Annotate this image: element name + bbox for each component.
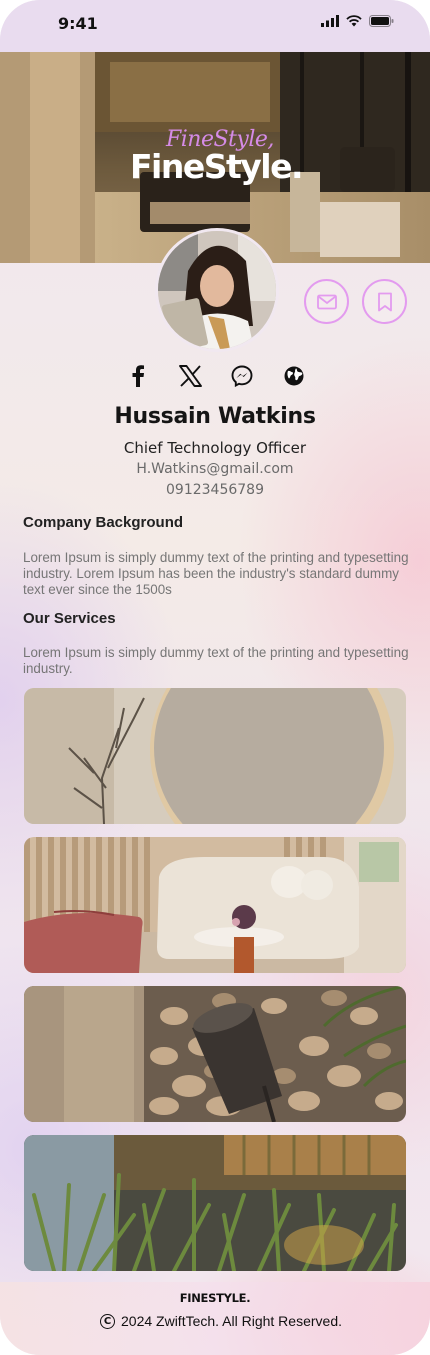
messenger-link[interactable] xyxy=(228,362,256,390)
profile-role: Chief Technology Officer xyxy=(123,439,307,457)
footer-copyright-text: 2024 ZwiftTech. All Right Reserved. xyxy=(121,1313,342,1329)
brand-logo: FineStyle, FineStyle. xyxy=(130,127,330,197)
avatar[interactable] xyxy=(155,228,279,352)
facebook-icon xyxy=(132,365,144,387)
services-title: Our Services xyxy=(23,610,116,627)
company-background-title: Company Background xyxy=(23,514,184,531)
lounge-photo xyxy=(24,837,406,973)
arch-wall-photo xyxy=(24,688,406,824)
profile-email[interactable]: H.Watkins@gmail.com xyxy=(0,461,430,477)
website-link[interactable] xyxy=(280,362,308,390)
service-image-lounge[interactable] xyxy=(24,837,406,973)
plants-photo xyxy=(24,1135,406,1271)
x-link[interactable] xyxy=(176,362,204,390)
service-image-arch-wall[interactable] xyxy=(24,688,406,824)
mail-icon xyxy=(316,294,337,309)
profile-name: Hussain Watkins xyxy=(114,404,316,429)
bookmark-button[interactable] xyxy=(362,279,407,324)
service-image-garden-light[interactable] xyxy=(24,986,406,1122)
footer: FINESTYLE. C 2024 ZwiftTech. All Right R… xyxy=(0,1282,430,1355)
avatar-photo xyxy=(158,231,276,349)
status-icons xyxy=(321,15,394,27)
company-background-text: Lorem Ipsum is simply dummy text of the … xyxy=(23,550,409,597)
status-bar: 9:41 xyxy=(0,0,430,52)
email-button[interactable] xyxy=(304,279,349,324)
footer-brand: FINESTYLE. xyxy=(179,1291,251,1305)
battery-icon xyxy=(369,15,394,27)
messenger-icon xyxy=(231,365,253,387)
services-text: Lorem Ipsum is simply dummy text of the … xyxy=(23,645,409,676)
footer-copyright: C 2024 ZwiftTech. All Right Reserved. xyxy=(100,1313,342,1329)
brand-main-text: FineStyle. xyxy=(130,147,304,186)
copyright-icon: C xyxy=(100,1313,115,1329)
bookmark-icon xyxy=(377,292,392,311)
signal-icon xyxy=(321,15,339,27)
x-icon xyxy=(178,365,202,387)
profile-page: 9:41 FineStyle, FineStyle. Hussain Watki… xyxy=(0,0,430,1355)
garden-light-photo xyxy=(24,986,406,1122)
service-image-plants[interactable] xyxy=(24,1135,406,1271)
social-links xyxy=(124,362,314,390)
facebook-link[interactable] xyxy=(124,362,152,390)
globe-icon xyxy=(284,366,304,386)
profile-phone[interactable]: 09123456789 xyxy=(0,482,430,498)
status-time: 9:41 xyxy=(58,14,98,33)
wifi-icon xyxy=(346,15,362,27)
